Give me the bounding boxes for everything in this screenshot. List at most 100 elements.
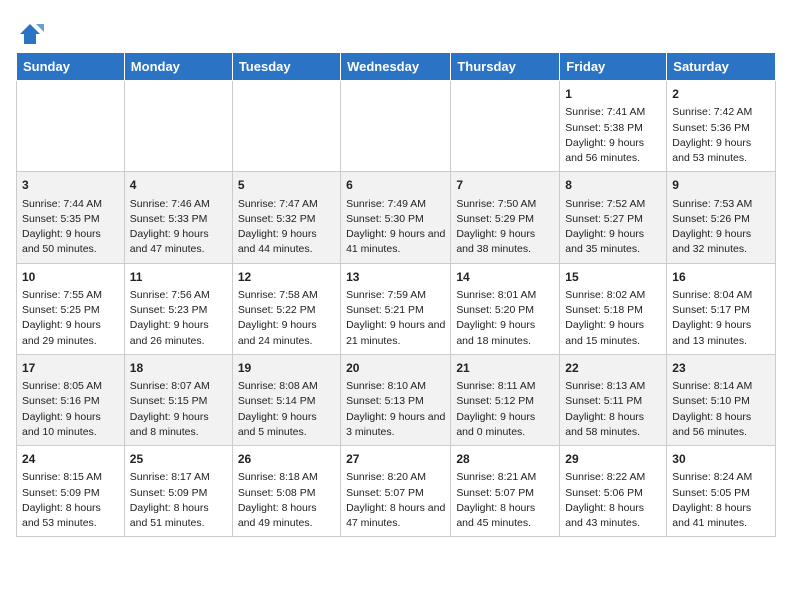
day-number: 28: [456, 451, 554, 468]
weekday-header-sunday: Sunday: [17, 53, 125, 81]
day-number: 8: [565, 177, 661, 194]
calendar-cell: 12 Sunrise: 7:58 AM Sunset: 5:22 PM Dayli…: [232, 263, 340, 354]
calendar-cell: 4Sunrise: 7:46 AM Sunset: 5:33 PM Daylig…: [124, 172, 232, 263]
day-number: 23: [672, 360, 770, 377]
day-number: 18: [130, 360, 227, 377]
day-info: Sunrise: 7:53 AM Sunset: 5:26 PM Dayligh…: [672, 197, 770, 258]
day-number: 17: [22, 360, 119, 377]
day-info: Sunrise: 7:47 AM Sunset: 5:32 PM Dayligh…: [238, 197, 335, 258]
day-number: 5: [238, 177, 335, 194]
day-info: Sunrise: 8:07 AM Sunset: 5:15 PM Dayligh…: [130, 379, 227, 440]
calendar-cell: 13 Sunrise: 7:59 AM Sunset: 5:21 PM Dayli…: [341, 263, 451, 354]
day-info: Sunrise: 7:42 AM Sunset: 5:36 PM Dayligh…: [672, 105, 770, 166]
day-info: Sunrise: 8:17 AM Sunset: 5:09 PM Dayligh…: [130, 470, 227, 531]
calendar-cell: 11 Sunrise: 7:56 AM Sunset: 5:23 PM Dayli…: [124, 263, 232, 354]
logo-icon: [16, 20, 44, 48]
day-info: Sunrise: 7:44 AM Sunset: 5:35 PM Dayligh…: [22, 197, 119, 258]
day-info: Sunrise: 8:13 AM Sunset: 5:11 PM Dayligh…: [565, 379, 661, 440]
calendar-cell: 9 Sunrise: 7:53 AM Sunset: 5:26 PM Daylig…: [667, 172, 776, 263]
logo: [16, 20, 48, 48]
day-number: 15: [565, 269, 661, 286]
day-number: 9: [672, 177, 770, 194]
day-number: 24: [22, 451, 119, 468]
weekday-header-saturday: Saturday: [667, 53, 776, 81]
calendar-cell: 18 Sunrise: 8:07 AM Sunset: 5:15 PM Dayli…: [124, 354, 232, 445]
day-number: 12: [238, 269, 335, 286]
day-info: Sunrise: 7:56 AM Sunset: 5:23 PM Dayligh…: [130, 288, 227, 349]
day-info: Sunrise: 7:49 AM Sunset: 5:30 PM Dayligh…: [346, 197, 445, 258]
day-number: 1: [565, 86, 661, 103]
day-info: Sunrise: 8:18 AM Sunset: 5:08 PM Dayligh…: [238, 470, 335, 531]
calendar-cell: 10 Sunrise: 7:55 AM Sunset: 5:25 PM Dayli…: [17, 263, 125, 354]
calendar-cell: [124, 81, 232, 172]
day-info: Sunrise: 8:11 AM Sunset: 5:12 PM Dayligh…: [456, 379, 554, 440]
calendar-cell: 3 Sunrise: 7:44 AM Sunset: 5:35 PM Daylig…: [17, 172, 125, 263]
calendar-cell: 21Sunrise: 8:11 AM Sunset: 5:12 PM Dayli…: [451, 354, 560, 445]
calendar-cell: 30 Sunrise: 8:24 AM Sunset: 5:05 PM Dayli…: [667, 446, 776, 537]
day-number: 27: [346, 451, 445, 468]
day-number: 13: [346, 269, 445, 286]
week-row-4: 17 Sunrise: 8:05 AM Sunset: 5:16 PM Dayli…: [17, 354, 776, 445]
calendar-cell: 14Sunrise: 8:01 AM Sunset: 5:20 PM Dayli…: [451, 263, 560, 354]
day-number: 30: [672, 451, 770, 468]
day-info: Sunrise: 8:05 AM Sunset: 5:16 PM Dayligh…: [22, 379, 119, 440]
day-number: 3: [22, 177, 119, 194]
day-info: Sunrise: 7:59 AM Sunset: 5:21 PM Dayligh…: [346, 288, 445, 349]
calendar-cell: [17, 81, 125, 172]
header: [16, 16, 776, 48]
day-info: Sunrise: 8:04 AM Sunset: 5:17 PM Dayligh…: [672, 288, 770, 349]
calendar-cell: [341, 81, 451, 172]
week-row-3: 10 Sunrise: 7:55 AM Sunset: 5:25 PM Dayli…: [17, 263, 776, 354]
day-number: 6: [346, 177, 445, 194]
calendar-cell: [451, 81, 560, 172]
week-row-5: 24 Sunrise: 8:15 AM Sunset: 5:09 PM Dayli…: [17, 446, 776, 537]
calendar-cell: 1 Sunrise: 7:41 AM Sunset: 5:38 PM Daylig…: [560, 81, 667, 172]
day-info: Sunrise: 7:46 AM Sunset: 5:33 PM Dayligh…: [130, 197, 227, 258]
calendar-cell: 2 Sunrise: 7:42 AM Sunset: 5:36 PM Daylig…: [667, 81, 776, 172]
calendar-cell: 29 Sunrise: 8:22 AM Sunset: 5:06 PM Dayli…: [560, 446, 667, 537]
day-info: Sunrise: 8:15 AM Sunset: 5:09 PM Dayligh…: [22, 470, 119, 531]
week-row-2: 3 Sunrise: 7:44 AM Sunset: 5:35 PM Daylig…: [17, 172, 776, 263]
calendar-cell: 6 Sunrise: 7:49 AM Sunset: 5:30 PM Daylig…: [341, 172, 451, 263]
day-number: 20: [346, 360, 445, 377]
day-info: Sunrise: 8:21 AM Sunset: 5:07 PM Dayligh…: [456, 470, 554, 531]
week-row-1: 1 Sunrise: 7:41 AM Sunset: 5:38 PM Daylig…: [17, 81, 776, 172]
day-info: Sunrise: 8:24 AM Sunset: 5:05 PM Dayligh…: [672, 470, 770, 531]
weekday-header-wednesday: Wednesday: [341, 53, 451, 81]
day-number: 19: [238, 360, 335, 377]
calendar-cell: 25 Sunrise: 8:17 AM Sunset: 5:09 PM Dayli…: [124, 446, 232, 537]
calendar-cell: 16Sunrise: 8:04 AM Sunset: 5:17 PM Dayli…: [667, 263, 776, 354]
day-number: 22: [565, 360, 661, 377]
calendar-cell: 7Sunrise: 7:50 AM Sunset: 5:29 PM Daylig…: [451, 172, 560, 263]
calendar-cell: 8 Sunrise: 7:52 AM Sunset: 5:27 PM Daylig…: [560, 172, 667, 263]
day-number: 11: [130, 269, 227, 286]
day-info: Sunrise: 7:41 AM Sunset: 5:38 PM Dayligh…: [565, 105, 661, 166]
day-info: Sunrise: 8:22 AM Sunset: 5:06 PM Dayligh…: [565, 470, 661, 531]
calendar-cell: 28 Sunrise: 8:21 AM Sunset: 5:07 PM Dayli…: [451, 446, 560, 537]
weekday-header-friday: Friday: [560, 53, 667, 81]
weekday-header-monday: Monday: [124, 53, 232, 81]
calendar-cell: 20 Sunrise: 8:10 AM Sunset: 5:13 PM Dayli…: [341, 354, 451, 445]
day-number: 29: [565, 451, 661, 468]
calendar-cell: 26Sunrise: 8:18 AM Sunset: 5:08 PM Dayli…: [232, 446, 340, 537]
day-info: Sunrise: 7:55 AM Sunset: 5:25 PM Dayligh…: [22, 288, 119, 349]
calendar-cell: 24 Sunrise: 8:15 AM Sunset: 5:09 PM Dayli…: [17, 446, 125, 537]
day-info: Sunrise: 7:52 AM Sunset: 5:27 PM Dayligh…: [565, 197, 661, 258]
weekday-header-row: SundayMondayTuesdayWednesdayThursdayFrid…: [17, 53, 776, 81]
calendar-cell: 23 Sunrise: 8:14 AM Sunset: 5:10 PM Dayli…: [667, 354, 776, 445]
calendar-cell: 27Sunrise: 8:20 AM Sunset: 5:07 PM Dayli…: [341, 446, 451, 537]
day-info: Sunrise: 8:08 AM Sunset: 5:14 PM Dayligh…: [238, 379, 335, 440]
day-info: Sunrise: 8:01 AM Sunset: 5:20 PM Dayligh…: [456, 288, 554, 349]
calendar-cell: 19 Sunrise: 8:08 AM Sunset: 5:14 PM Dayli…: [232, 354, 340, 445]
day-number: 10: [22, 269, 119, 286]
day-info: Sunrise: 7:58 AM Sunset: 5:22 PM Dayligh…: [238, 288, 335, 349]
day-info: Sunrise: 8:10 AM Sunset: 5:13 PM Dayligh…: [346, 379, 445, 440]
weekday-header-thursday: Thursday: [451, 53, 560, 81]
weekday-header-tuesday: Tuesday: [232, 53, 340, 81]
calendar-cell: 22 Sunrise: 8:13 AM Sunset: 5:11 PM Dayli…: [560, 354, 667, 445]
day-number: 2: [672, 86, 770, 103]
day-number: 25: [130, 451, 227, 468]
calendar-cell: [232, 81, 340, 172]
day-info: Sunrise: 8:02 AM Sunset: 5:18 PM Dayligh…: [565, 288, 661, 349]
day-info: Sunrise: 8:14 AM Sunset: 5:10 PM Dayligh…: [672, 379, 770, 440]
